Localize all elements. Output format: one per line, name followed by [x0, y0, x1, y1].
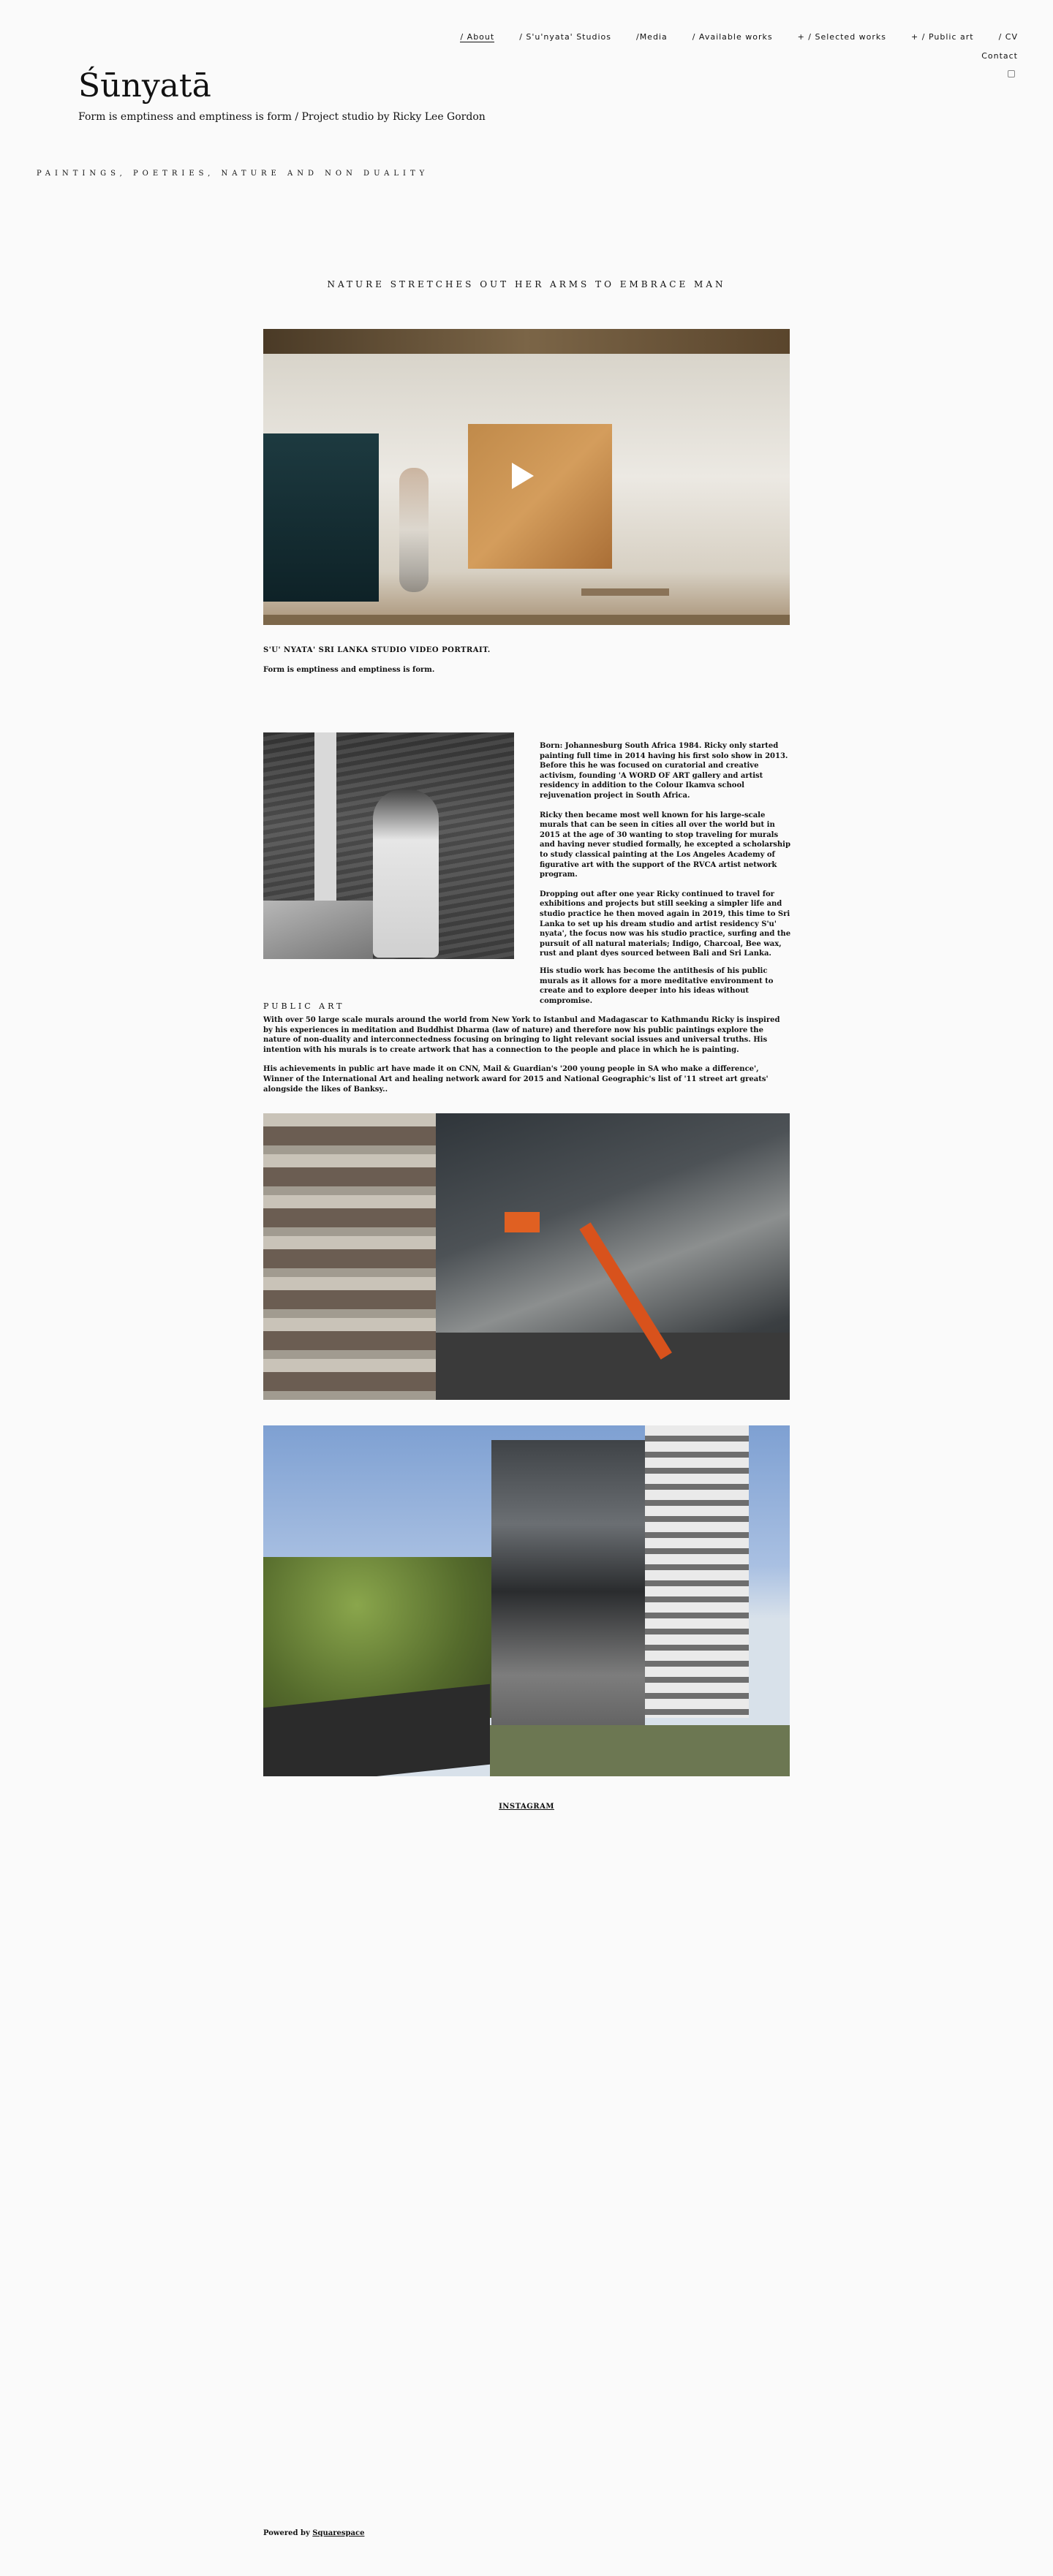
bio-tail: His studio work has become the antithesi… [263, 966, 793, 1006]
mural-tower [645, 1425, 749, 1718]
bio-paragraph: Born: Johannesburg South Africa 1984. Ri… [540, 742, 788, 800]
play-icon[interactable] [512, 463, 534, 489]
public-art-paragraph: His achievements in public art have made… [263, 1065, 769, 1094]
mural-photo-crane [263, 1113, 790, 1400]
site-subtitle: Form is emptiness and emptiness is form … [78, 111, 486, 123]
bio-column: Born: Johannesburg South Africa 1984. Ri… [540, 741, 793, 969]
nav-item-available-works[interactable]: / Available works [692, 32, 773, 42]
video-dark-painting [263, 433, 379, 602]
portrait-dock [263, 901, 373, 959]
nav-item-cv[interactable]: / CV [999, 32, 1018, 42]
instagram-icon[interactable] [1008, 70, 1015, 77]
nav-row: / About / S'u'nyata' Studios /Media / Av… [460, 32, 1018, 42]
mural-building-balconies [263, 1113, 436, 1400]
public-art-text: With over 50 large scale murals around t… [263, 1015, 790, 1104]
nav-item-studios[interactable]: / S'u'nyata' Studios [519, 32, 611, 42]
bio-paragraph: Dropping out after one year Ricky contin… [540, 890, 791, 958]
mural-photo-building [263, 1425, 790, 1776]
site-title[interactable]: Śūnyatā [78, 70, 486, 102]
public-art-paragraph: With over 50 large scale murals around t… [263, 1016, 780, 1054]
portrait-figure [373, 789, 439, 958]
video-gold-painting [468, 424, 612, 569]
mural-ground [490, 1725, 790, 1776]
nav-item-selected-works[interactable]: + / Selected works [798, 32, 886, 42]
video-caption-title: S'U' NYATA' SRI LANKA STUDIO VIDEO PORTR… [263, 646, 491, 654]
portrait-frame [314, 732, 336, 923]
nav-item-contact[interactable]: Contact [981, 51, 1018, 61]
squarespace-link[interactable]: Squarespace [312, 2529, 364, 2537]
crane-basket [505, 1212, 540, 1232]
nav-item-media[interactable]: /Media [636, 32, 668, 42]
video-ceiling [263, 329, 790, 354]
video-bench [581, 588, 669, 596]
public-art-heading: PUBLIC ART [263, 1001, 345, 1011]
bio-tail-text: His studio work has become the antithesi… [540, 967, 774, 1005]
instagram-link[interactable]: INSTAGRAM [0, 1803, 1053, 1811]
nav-item-public-art[interactable]: + / Public art [911, 32, 974, 42]
video-caption-text: Form is emptiness and emptiness is form. [263, 666, 435, 674]
site-tagline: PAINTINGS, POETRIES, NATURE AND NON DUAL… [37, 170, 429, 178]
powered-by-text: Powered by [263, 2529, 313, 2537]
video-figure [399, 468, 429, 592]
main-nav: / About / S'u'nyata' Studios /Media / Av… [460, 32, 1018, 77]
footer: Powered by Squarespace [263, 2529, 364, 2537]
mural-wall-base [436, 1333, 790, 1400]
studio-video[interactable] [263, 329, 790, 625]
site-header: Śūnyatā Form is emptiness and emptiness … [78, 70, 486, 124]
bio-paragraph: Ricky then became most well known for hi… [540, 811, 790, 879]
video-floor [263, 615, 790, 625]
nav-item-about[interactable]: / About [460, 32, 495, 42]
artist-portrait [263, 732, 514, 959]
page-heading: NATURE STRETCHES OUT HER ARMS TO EMBRACE… [327, 279, 726, 289]
